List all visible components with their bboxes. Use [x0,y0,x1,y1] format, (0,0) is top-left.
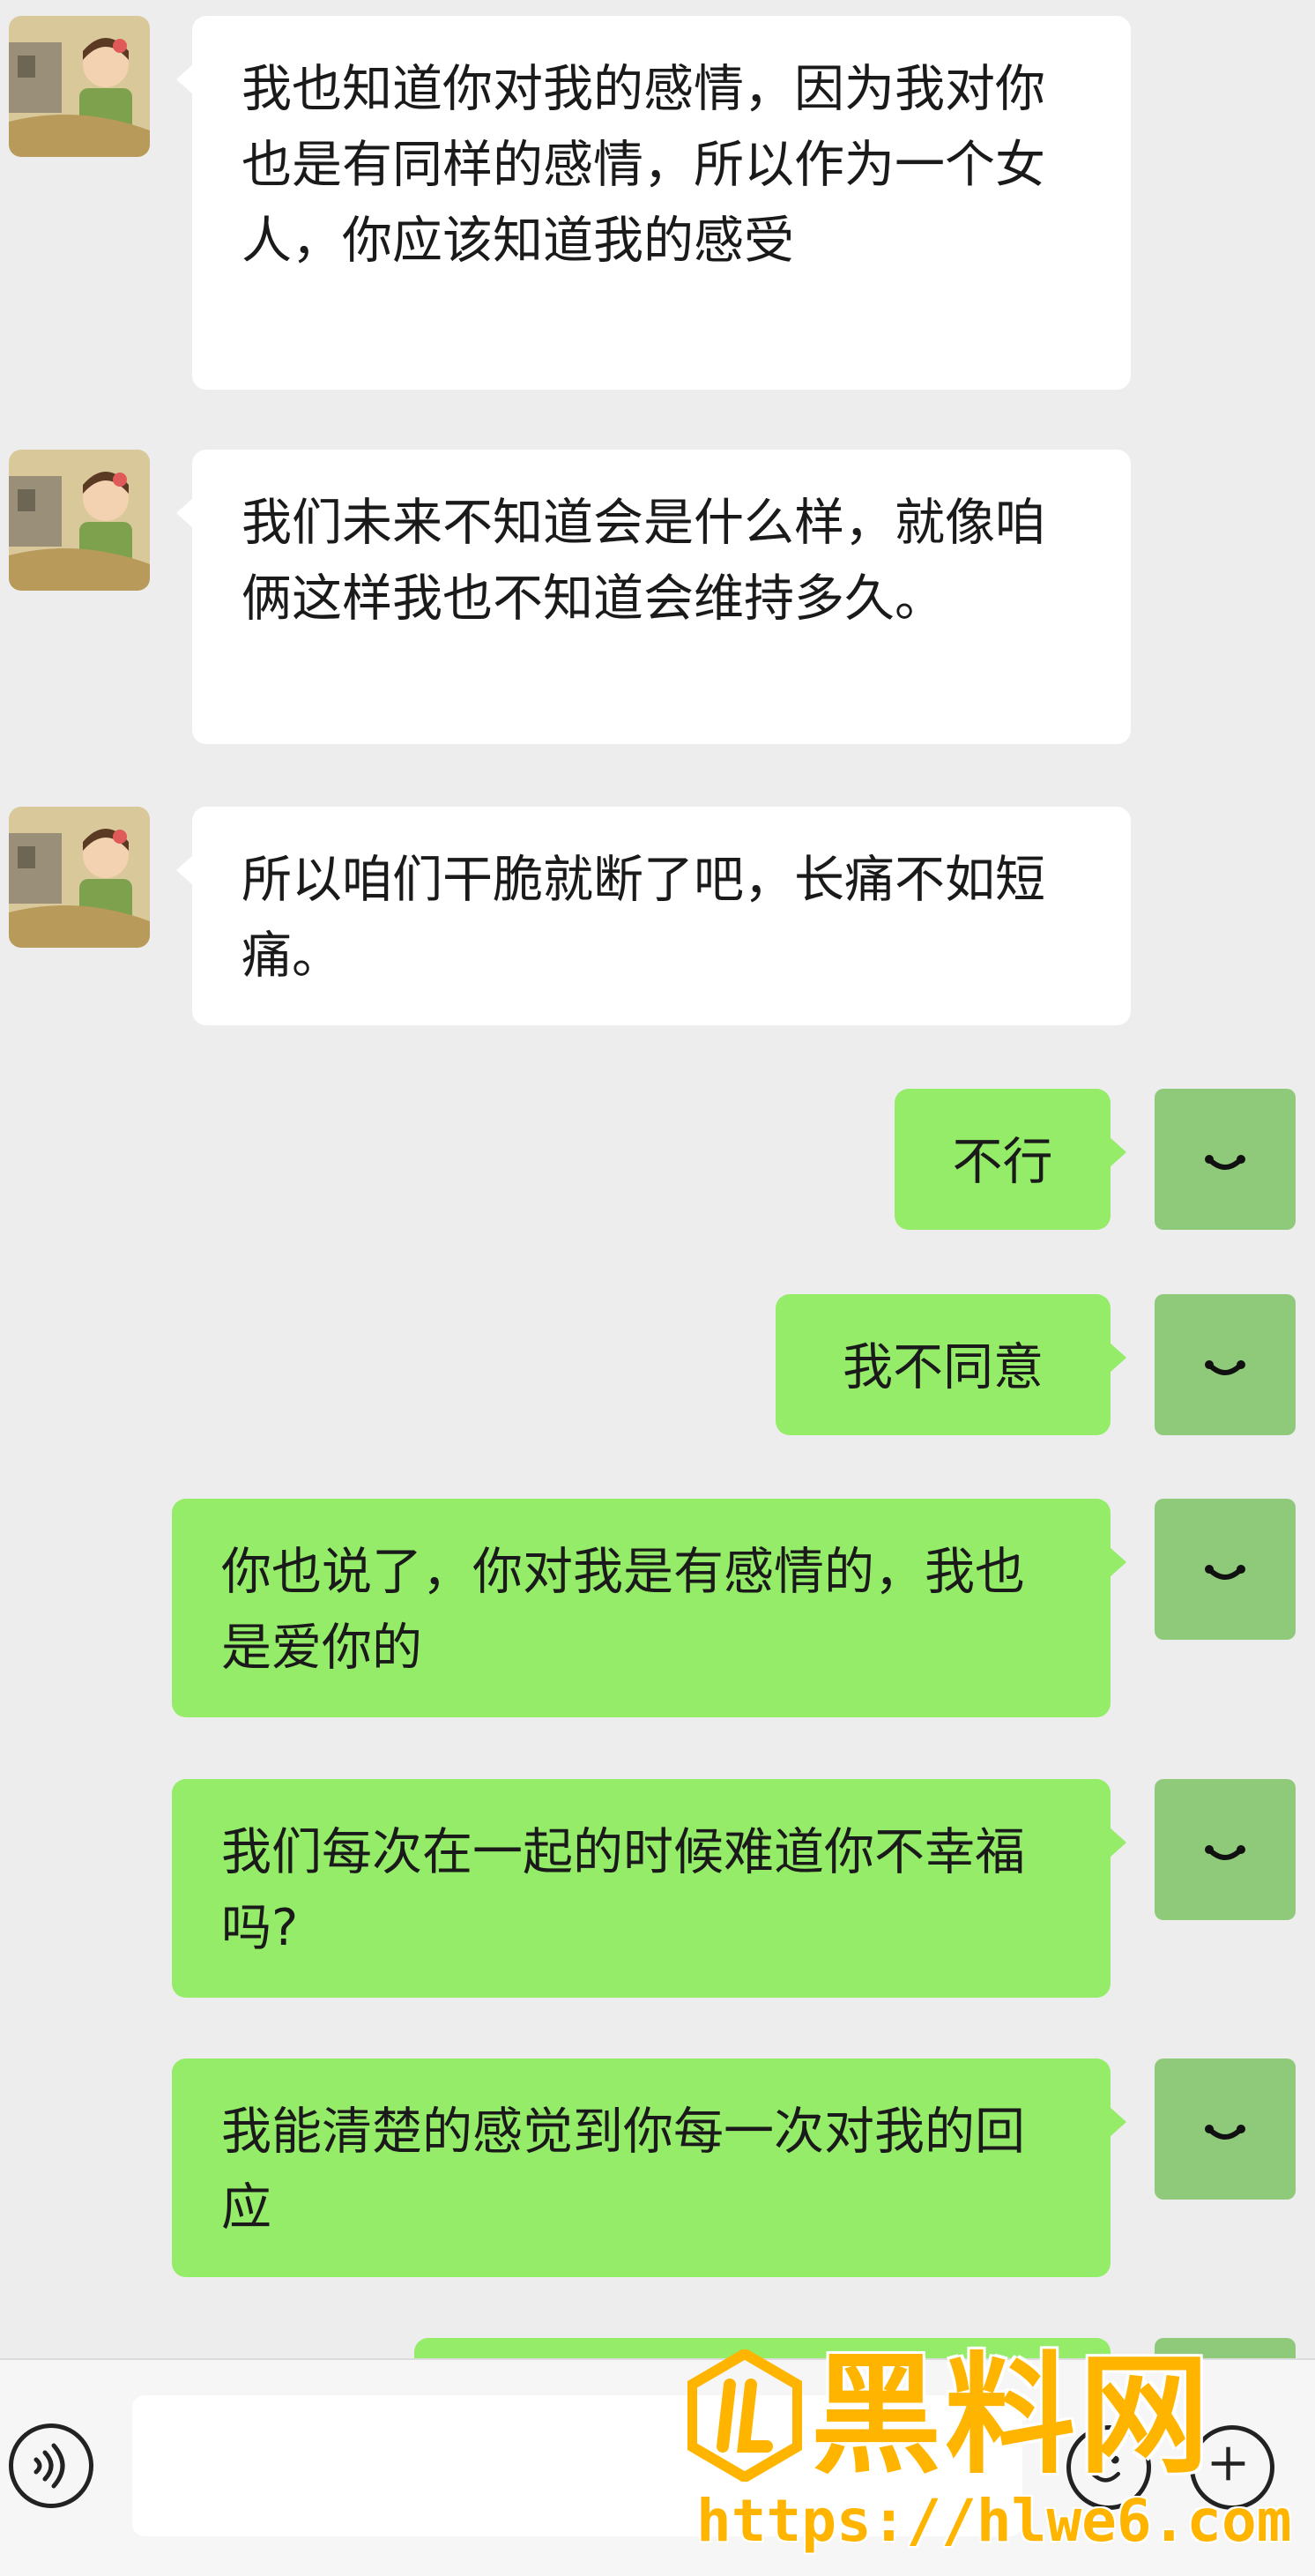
watermark-title: 黑料网 [811,2340,1213,2491]
incoming-message-bubble[interactable]: 我们未来不知道会是什么样，就像咱俩这样我也不知道会维持多久。 [176,450,1131,744]
outgoing-message-bubble[interactable]: 我能清楚的感觉到你每一次对我的回应 [172,2059,1126,2277]
my-avatar[interactable] [1155,2059,1296,2200]
my-avatar[interactable] [1155,1294,1296,1435]
my-avatar[interactable] [1155,1089,1296,1230]
outgoing-message-bubble[interactable]: 我不同意 [776,1294,1126,1435]
my-avatar[interactable] [1155,1499,1296,1640]
contact-avatar[interactable] [9,807,150,948]
outgoing-message-bubble[interactable]: 你也说了，你对我是有感情的，我也是爱你的 [172,1499,1126,1717]
contact-avatar[interactable] [9,16,150,157]
chat-message-list[interactable]: 我也知道你对我的感情，因为我对你也是有同样的感情，所以作为一个女人，你应该知道我… [0,0,1315,2514]
incoming-message-bubble[interactable]: 所以咱们干脆就断了吧，长痛不如短痛。 [176,807,1131,1025]
my-avatar[interactable] [1155,1779,1296,1920]
watermark-logo-icon [687,2349,802,2482]
watermark-url: https://hlwe6.com [696,2487,1292,2555]
outgoing-message-bubble[interactable]: 我们每次在一起的时候难道你不幸福吗? [172,1779,1126,1998]
voice-icon[interactable] [9,2423,93,2508]
contact-avatar[interactable] [9,450,150,591]
watermark: 黑料网 https://hlwe6.com [687,2341,1304,2570]
incoming-message-bubble[interactable]: 我也知道你对我的感情，因为我对你也是有同样的感情，所以作为一个女人，你应该知道我… [176,16,1131,390]
outgoing-message-bubble[interactable]: 不行 [895,1089,1126,1230]
